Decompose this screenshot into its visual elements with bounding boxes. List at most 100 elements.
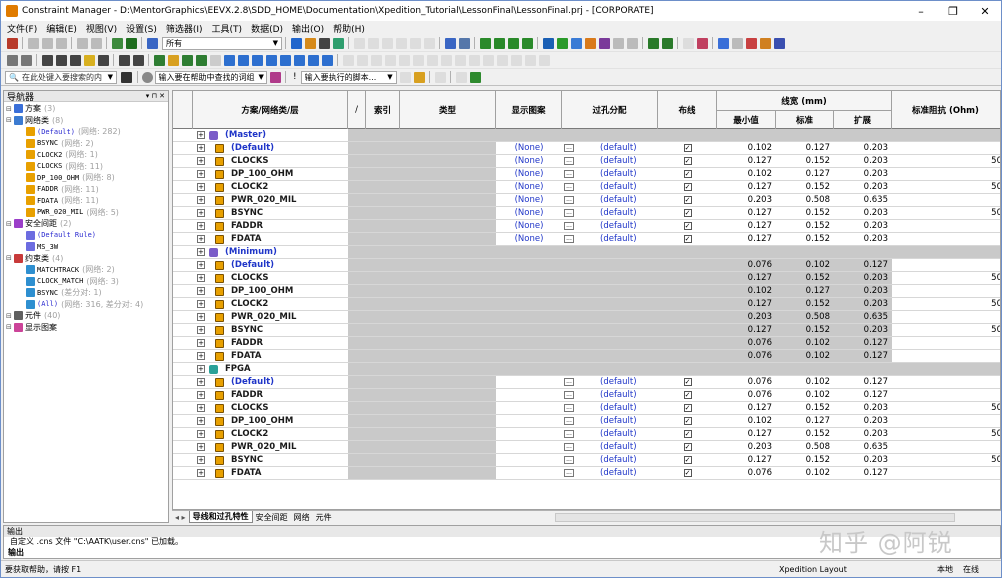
width-std-value[interactable]: 0.508 [776, 194, 834, 206]
expand-toggle-box[interactable]: + [197, 417, 205, 425]
expand-toggle-box[interactable]: + [197, 326, 205, 334]
table-row[interactable]: + CLOCK2... (default) ✓ 0.127 0.152 0.203 50 [173, 428, 1000, 441]
routing-checkbox[interactable]: ✓ [658, 441, 717, 453]
tool-icon[interactable] [83, 54, 95, 66]
routing-checkbox[interactable]: ✓ [658, 467, 717, 479]
impedance-value[interactable] [892, 415, 1000, 427]
expand-toggle-icon[interactable]: ⊟ [6, 323, 14, 331]
impedance-value[interactable]: 50 [892, 324, 1000, 336]
impedance-value[interactable] [892, 233, 1000, 245]
via-browse-button[interactable]: ... [564, 222, 574, 230]
expand-toggle-box[interactable]: + [197, 339, 205, 347]
via-browse-button[interactable]: ... [564, 157, 574, 165]
width-min-value[interactable]: 0.076 [717, 337, 776, 349]
tree-item[interactable]: ⊟ 安全间距 (2) [4, 218, 168, 230]
width-std-value[interactable]: 0.152 [776, 454, 834, 466]
width-std-value[interactable]: 0.508 [776, 441, 834, 453]
via-assignment[interactable]: ... (default) [562, 376, 658, 388]
expand-toggle-box[interactable]: + [197, 430, 205, 438]
binocular-icon[interactable] [318, 37, 330, 49]
expand-toggle-icon[interactable]: + [197, 233, 207, 245]
tool-icon[interactable] [237, 54, 249, 66]
tool-icon[interactable] [682, 37, 694, 49]
width-std-value[interactable]: 0.152 [776, 428, 834, 440]
paste-icon[interactable] [55, 37, 67, 49]
tool-icon[interactable] [97, 54, 109, 66]
col-route[interactable]: 布线 [658, 91, 717, 129]
width-std-value[interactable]: 0.152 [776, 298, 834, 310]
routing-checkbox[interactable]: ✓ [658, 415, 717, 427]
width-std-value[interactable]: 0.152 [776, 233, 834, 245]
expand-toggle-icon[interactable]: + [197, 220, 207, 232]
expand-toggle-icon[interactable]: + [197, 155, 207, 167]
tree-item[interactable]: DP_100_OHM (网络: 8) [4, 172, 168, 184]
layout-icon[interactable] [125, 37, 137, 49]
via-browse-button[interactable]: ... [564, 209, 574, 217]
routing-checkbox[interactable]: ✓ [658, 454, 717, 466]
table-row[interactable]: + (Minimum) [173, 246, 1000, 259]
menu-data[interactable]: 数据(D) [251, 22, 283, 35]
checkbox-checked-icon[interactable]: ✓ [683, 196, 692, 204]
tool-icon[interactable] [773, 37, 785, 49]
expand-toggle-icon[interactable]: + [197, 311, 207, 323]
checkbox-checked-icon[interactable]: ✓ [683, 469, 692, 477]
width-min-value[interactable]: 0.076 [717, 389, 776, 401]
expand-toggle-icon[interactable]: + [197, 402, 207, 414]
checkbox-checked-icon[interactable]: ✓ [683, 417, 692, 425]
col-via[interactable]: 过孔分配 [562, 91, 658, 129]
impedance-value[interactable] [892, 337, 1000, 349]
checkbox-checked-icon[interactable]: ✓ [683, 144, 692, 152]
upload-icon[interactable] [507, 37, 519, 49]
width-std-value[interactable]: 0.127 [776, 168, 834, 180]
width-min-value[interactable]: 0.102 [717, 142, 776, 154]
via-browse-button[interactable]: ... [564, 378, 574, 386]
sort-icon[interactable] [304, 37, 316, 49]
tool-icon[interactable] [524, 54, 536, 66]
tree-item[interactable]: CLOCK_MATCH (网络: 3) [4, 276, 168, 288]
width-min-value[interactable]: 0.127 [717, 233, 776, 245]
table-row[interactable]: + (Default) 0.076 0.102 0.127 [173, 259, 1000, 272]
cut-icon[interactable] [27, 37, 39, 49]
via-browse-button[interactable]: ... [564, 391, 574, 399]
grid-icon[interactable] [661, 37, 673, 49]
via-browse-button[interactable]: ... [564, 430, 574, 438]
expand-toggle-icon[interactable]: + [197, 207, 207, 219]
expand-toggle-box[interactable]: + [197, 209, 205, 217]
via-assignment[interactable]: ... (default) [562, 142, 658, 154]
expand-toggle-box[interactable]: + [197, 131, 205, 139]
width-exp-value[interactable]: 0.127 [834, 350, 892, 362]
expand-toggle-box[interactable]: + [197, 469, 205, 477]
via-assignment[interactable]: ... (default) [562, 207, 658, 219]
col-impedance[interactable]: 标准阻抗 (Ohm) [892, 91, 1000, 129]
close-button[interactable]: ✕ [969, 1, 1001, 21]
tool-icon[interactable] [468, 54, 480, 66]
impedance-value[interactable] [892, 350, 1000, 362]
table-row[interactable]: + PWR_020_MIL... (default) ✓ 0.203 0.508 0.635 [173, 441, 1000, 454]
width-min-value[interactable]: 0.203 [717, 441, 776, 453]
routing-checkbox[interactable]: ✓ [658, 389, 717, 401]
funnel-icon[interactable] [132, 54, 144, 66]
routing-checkbox[interactable]: ✓ [658, 428, 717, 440]
table-row[interactable]: + CLOCK2 (None)... (default) ✓ 0.127 0.152 0.20… [173, 181, 1000, 194]
window-icon[interactable] [458, 37, 470, 49]
col-width-min[interactable]: 最小值 [717, 111, 776, 129]
tool-icon[interactable] [384, 54, 396, 66]
impedance-value[interactable]: 50 [892, 272, 1000, 284]
checkbox-checked-icon[interactable]: ✓ [683, 456, 692, 464]
expand-toggle-box[interactable]: + [197, 365, 205, 373]
col-width-std[interactable]: 标准 [776, 111, 834, 129]
expand-toggle-icon[interactable]: + [197, 350, 207, 362]
table-row[interactable]: + FADDR 0.076 0.102 0.127 [173, 337, 1000, 350]
tool-icon[interactable] [251, 54, 263, 66]
expand-toggle-icon[interactable]: + [197, 181, 207, 193]
width-min-value[interactable]: 0.203 [717, 311, 776, 323]
via-assignment[interactable]: ... (default) [562, 467, 658, 479]
expand-toggle-icon[interactable]: + [197, 259, 207, 271]
display-pattern[interactable]: (None) [496, 220, 562, 232]
tool-icon[interactable] [731, 37, 743, 49]
expand-toggle-icon[interactable]: + [197, 324, 207, 336]
via-assignment[interactable]: ... (default) [562, 428, 658, 440]
tree-item[interactable]: (Default) (网络: 282) [4, 126, 168, 138]
width-min-value[interactable]: 0.127 [717, 155, 776, 167]
impedance-value[interactable]: 50 [892, 428, 1000, 440]
